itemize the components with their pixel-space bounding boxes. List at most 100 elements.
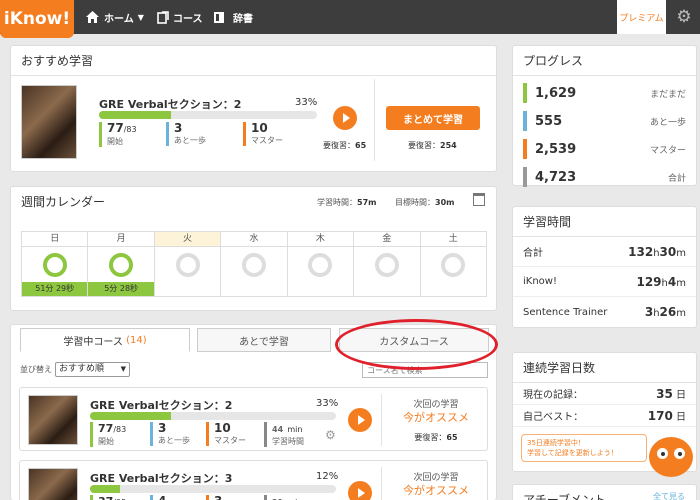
nav-dictionary[interactable]: 辞書 — [213, 0, 253, 34]
play-button[interactable] — [333, 106, 357, 130]
highlight-annotation — [335, 319, 498, 370]
stat-almost: 3 あと一歩 — [150, 422, 190, 446]
next-study-value: 今がオススメ — [403, 484, 469, 497]
day-time — [421, 282, 486, 296]
course-progress-bar — [90, 485, 336, 493]
day-label: 金 — [354, 232, 420, 247]
iknow-logo[interactable]: iKnow! — [0, 0, 74, 38]
owl-mascot-icon — [649, 437, 693, 477]
day-empty-icon — [308, 253, 333, 277]
day-complete-icon — [109, 253, 134, 277]
course-icon — [157, 10, 169, 24]
progress-color-mark — [523, 139, 527, 159]
day-label: 日 — [22, 232, 88, 247]
calendar-goal-time: 目標時間：30m — [395, 198, 455, 207]
study-time-row: iKnow! 129h4m — [513, 267, 696, 297]
day-time: 51分 29秒 — [22, 282, 88, 296]
progress-panel: プログレス 1,629 まだまだ 555 あと一歩 2,539 マスター 4,723 合計 — [512, 45, 697, 187]
progress-value: 2,539 — [535, 141, 577, 157]
settings-gear-icon[interactable]: ⚙ — [668, 0, 700, 34]
day-label: 火 — [154, 232, 221, 247]
day-empty-icon — [441, 253, 466, 277]
nav-course-label: コース — [173, 13, 203, 25]
day-cell: 火 — [154, 232, 222, 296]
book-icon — [214, 11, 224, 23]
bulk-review-count: 要復習：254 — [408, 141, 457, 150]
stat-started: 37/95 — [90, 495, 126, 500]
progress-label: まだまだ — [650, 89, 686, 100]
streak-title: 連続学習日数 — [513, 353, 696, 383]
tab-later[interactable]: あとで学習 — [197, 328, 331, 352]
nav-course[interactable]: コース — [157, 0, 203, 34]
study-time-panel: 学習時間 合計 132h30m iKnow! 129h4m Sentence Train… — [512, 206, 697, 328]
streak-current-row: 現在の記録： 35 日 — [513, 383, 696, 405]
premium-link[interactable]: プレミアム — [617, 0, 666, 34]
course-name[interactable]: GRE Verbalセクション：3 — [90, 470, 232, 486]
progress-value: 4,723 — [535, 169, 577, 185]
course-row: GRE Verbalセクション：312%37/954321 min次回の学習今が… — [19, 460, 488, 500]
chevron-down-icon: ▼ — [137, 12, 144, 22]
study-time-label: iKnow! — [523, 276, 557, 287]
streak-bubble: 35日連続学習中！ 学習して記録を更新しよう！ — [521, 434, 647, 462]
course-row: GRE Verbalセクション：2 33% 77/83 開始 3 あと一歩 10 マスター 44… — [19, 387, 488, 451]
play-button[interactable] — [348, 408, 372, 432]
nav-home[interactable]: ホーム ▼ — [85, 0, 144, 34]
study-time-row: Sentence Trainer 3h26m — [513, 297, 696, 327]
day-complete-icon — [42, 253, 67, 277]
progress-title: プログレス — [513, 46, 696, 76]
progress-fill — [90, 412, 172, 420]
sort-label: 並び替え — [20, 365, 52, 374]
stat-mastered: 10 マスター — [206, 422, 246, 446]
progress-row: 2,539 マスター — [513, 135, 696, 163]
stat-almost: 3 あと一歩 — [166, 122, 206, 146]
study-time-title: 学習時間 — [513, 207, 696, 237]
next-study-value: 今がオススメ — [403, 411, 469, 424]
recommended-title: おすすめ学習 — [11, 46, 496, 76]
streak-best-row: 自己ベスト： 170 日 — [513, 405, 696, 427]
play-button[interactable] — [348, 481, 372, 500]
course-thumbnail[interactable] — [28, 395, 78, 445]
progress-rows: 1,629 まだまだ 555 あと一歩 2,539 マスター 4,723 合計 — [513, 76, 696, 191]
course-thumbnail[interactable] — [28, 468, 78, 500]
stat-started: 77/83 開始 — [90, 422, 126, 447]
chevron-down-icon: ▼ — [120, 365, 126, 373]
achievement-link[interactable]: 全て見る — [653, 491, 685, 500]
sort-select[interactable]: おすすめ順 ▼ — [55, 362, 130, 377]
nav-home-label: ホーム — [104, 13, 134, 25]
home-icon — [86, 11, 99, 23]
day-cell: 木 — [287, 232, 355, 296]
course-name[interactable]: GRE Verbalセクション：2 — [90, 397, 232, 413]
stat-mastered: 3 — [206, 495, 222, 500]
tab-studying[interactable]: 学習中コース (14) — [20, 328, 190, 352]
day-cell: 月 5分 28秒 — [88, 232, 155, 296]
day-empty-icon — [241, 253, 266, 277]
course-review-count: 要復習：65 — [414, 433, 458, 442]
recommended-course-name[interactable]: GRE Verbalセクション：2 — [99, 96, 241, 112]
calendar-icon[interactable] — [473, 193, 485, 206]
study-time-value: 129h4m — [636, 274, 686, 289]
day-cell: 日 51分 29秒 — [22, 232, 89, 296]
day-time — [288, 282, 353, 296]
progress-color-mark — [523, 111, 527, 131]
day-empty-icon — [175, 253, 200, 277]
progress-label: マスター — [649, 145, 686, 156]
progress-value: 1,629 — [535, 85, 577, 101]
course-percent: 33% — [316, 398, 339, 409]
divider — [381, 394, 382, 446]
day-cell: 金 — [354, 232, 421, 296]
day-label: 土 — [420, 232, 486, 247]
day-time — [155, 282, 220, 296]
day-cell: 土 — [420, 232, 486, 296]
review-count: 要復習：65 — [323, 141, 367, 150]
progress-value: 555 — [535, 113, 563, 129]
study-time-label: 合計 — [523, 248, 543, 259]
bulk-study-button[interactable]: まとめて学習 — [386, 106, 480, 130]
stat-study-time: 44 min 学習時間 — [264, 422, 304, 447]
day-label: 月 — [88, 232, 154, 247]
progress-label: あと一歩 — [649, 117, 686, 128]
day-label: 木 — [287, 232, 354, 247]
day-cell: 水 — [221, 232, 288, 296]
day-time — [221, 282, 286, 296]
course-settings-gear-icon[interactable]: ⚙ — [325, 428, 336, 442]
course-thumbnail[interactable] — [21, 85, 77, 159]
